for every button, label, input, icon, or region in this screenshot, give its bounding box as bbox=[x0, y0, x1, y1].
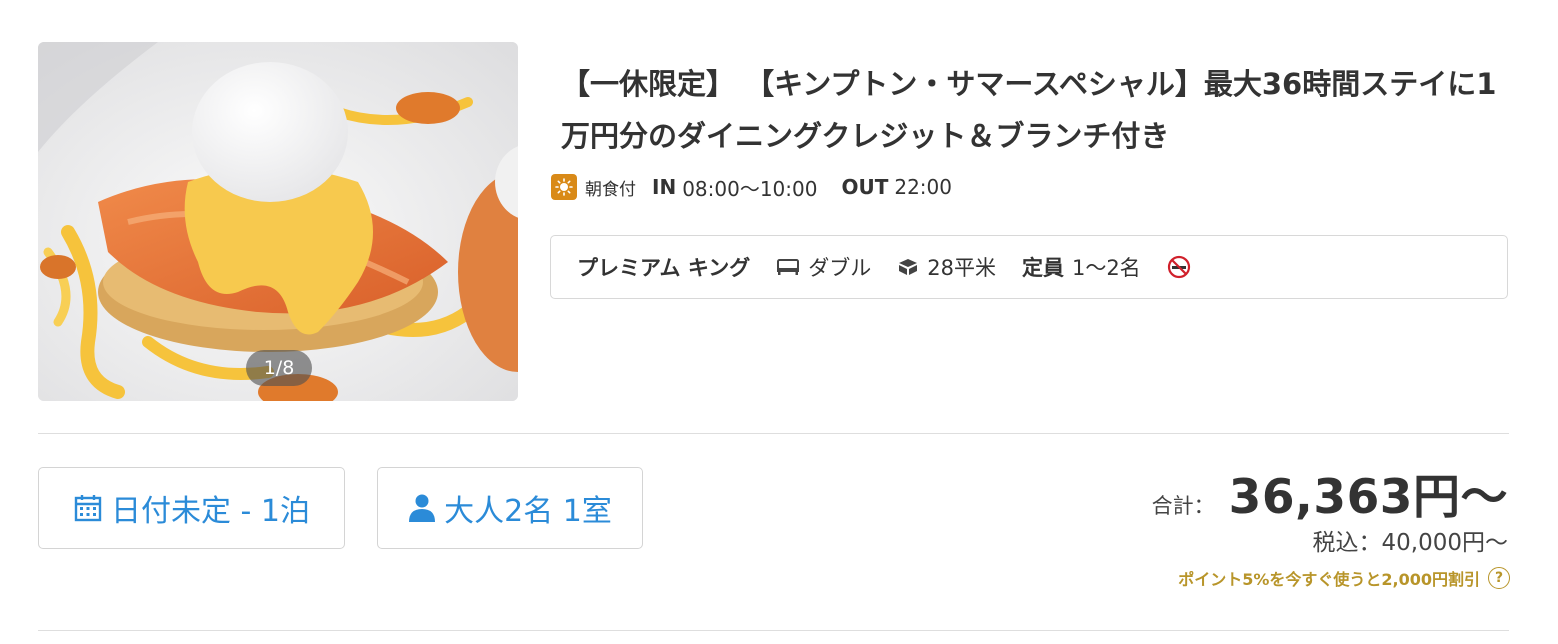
guests-selector-button[interactable]: 大人2名 1室 bbox=[377, 467, 643, 549]
total-amount: 36,363円〜 bbox=[1228, 470, 1508, 525]
bottom-divider bbox=[38, 630, 1509, 631]
question-circle-icon[interactable]: ? bbox=[1488, 567, 1510, 589]
room-name: プレミアム キング bbox=[577, 256, 751, 280]
capacity-label: 定員 bbox=[1021, 256, 1064, 280]
bed-icon bbox=[776, 257, 800, 277]
bed-type: ダブル bbox=[776, 252, 871, 282]
image-counter: 1/8 bbox=[246, 350, 312, 386]
checkin-label: IN bbox=[652, 175, 677, 199]
bed-label: ダブル bbox=[808, 256, 872, 280]
checkout-label: OUT bbox=[841, 175, 889, 199]
tax-included-price: 税込：40,000円〜 bbox=[1312, 530, 1508, 556]
total-price: 合計： 36,363円〜 bbox=[1152, 458, 1508, 527]
date-selector-button[interactable]: 日付未定 - 1泊 bbox=[38, 467, 345, 549]
room-capacity: 定員 1〜2名 bbox=[1022, 252, 1141, 282]
sun-icon bbox=[551, 174, 577, 200]
date-label: 日付未定 - 1泊 bbox=[111, 494, 310, 529]
total-label: 合計： bbox=[1151, 494, 1215, 518]
meal-label: 朝食付 bbox=[585, 179, 636, 200]
cube-icon bbox=[897, 257, 919, 277]
size-label: 28平米 bbox=[927, 256, 996, 280]
capacity-value: 1〜2名 bbox=[1071, 256, 1141, 280]
room-info[interactable]: プレミアム キング ダブル 28平米 定員 1〜2名 bbox=[550, 235, 1508, 299]
guests-label: 大人2名 1室 bbox=[444, 494, 612, 529]
plan-photo[interactable] bbox=[38, 42, 518, 401]
checkin-time: 08:00〜10:00 bbox=[682, 176, 818, 201]
checkout-time: 22:00 bbox=[894, 175, 952, 199]
points-discount-note[interactable]: ポイント5%を今すぐ使うと2,000円割引 ? bbox=[1178, 566, 1510, 590]
points-note-text: ポイント5%を今すぐ使うと2,000円割引 bbox=[1178, 570, 1480, 589]
plan-title[interactable]: 【一休限定】 【キンプトン・サマースペシャル】最大36時間ステイに1万円分のダイ… bbox=[561, 58, 1511, 162]
section-divider bbox=[38, 433, 1509, 434]
room-size: 28平米 bbox=[897, 252, 996, 282]
plan-meta: 朝食付 IN 08:00〜10:00 OUT 22:00 bbox=[551, 172, 952, 202]
calendar-icon bbox=[73, 493, 103, 523]
person-icon bbox=[408, 493, 436, 523]
plan-photo-image bbox=[38, 42, 518, 401]
no-smoking-icon bbox=[1167, 255, 1191, 279]
